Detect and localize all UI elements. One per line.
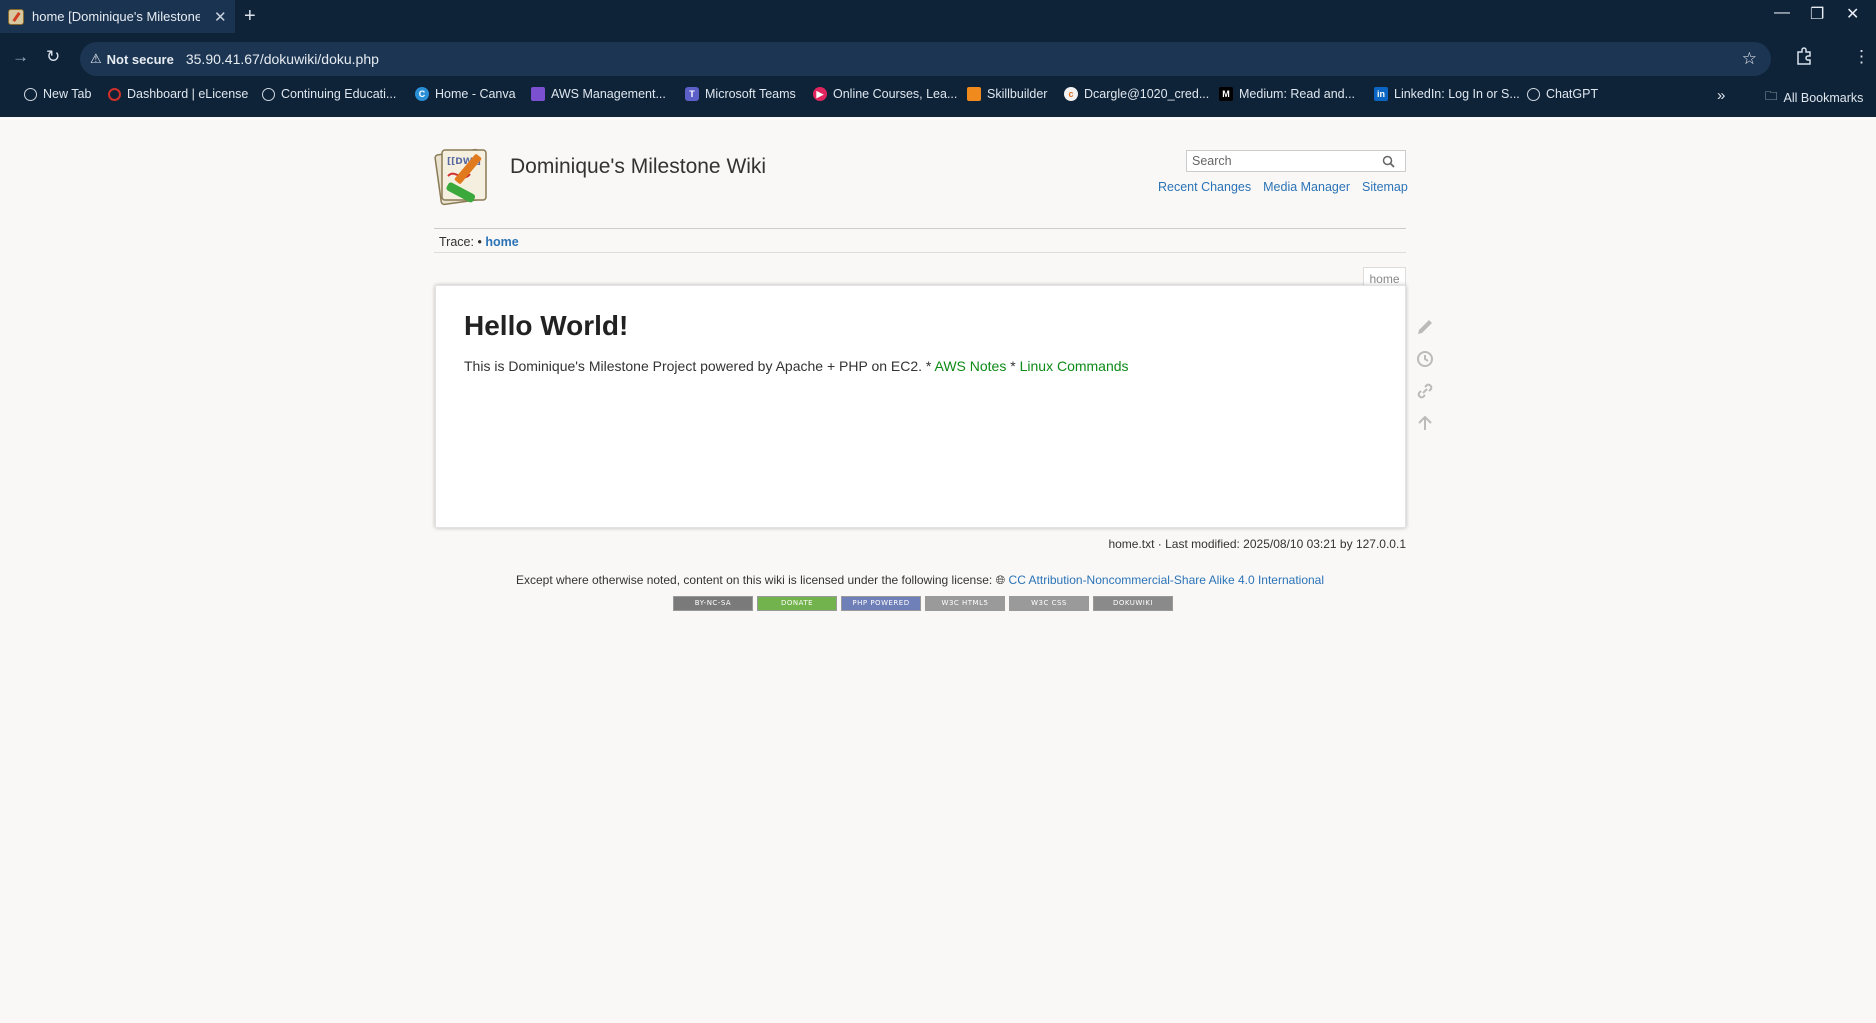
license-link[interactable]: CC Attribution-Noncommercial-Share Alike… — [1009, 573, 1324, 587]
teams-icon: T — [685, 87, 699, 101]
bookmark-item[interactable]: c Dcargle@1020_cred... — [1064, 87, 1209, 101]
browser-chrome: home [Dominique's Milestone Wiki] ✕ + — … — [0, 0, 1876, 117]
tab-strip: home [Dominique's Milestone Wiki] ✕ + — … — [0, 0, 1876, 33]
doc-info: home.txt · Last modified: 2025/08/10 03:… — [1108, 537, 1406, 551]
search-field[interactable] — [1186, 150, 1406, 172]
header-divider — [434, 228, 1406, 229]
globe-icon — [262, 87, 275, 101]
url-text[interactable]: 35.90.41.67/dokuwiki/doku.php — [186, 51, 379, 67]
dokuwiki-badge[interactable]: DOKUWIKI — [1093, 596, 1173, 611]
cc-globe-icon: 🌐︎ — [995, 573, 1006, 587]
footer-badges: BY-NC-SA DONATE PHP POWERED W3C HTML5 W3… — [673, 596, 1173, 611]
folder-icon: 🗀 — [1765, 89, 1778, 103]
bookmark-item[interactable]: ▶ Online Courses, Lea... — [813, 87, 957, 101]
cc-badge[interactable]: BY-NC-SA — [673, 596, 753, 611]
bookmark-item[interactable]: ChatGPT — [1527, 87, 1598, 101]
backlinks-icon[interactable] — [1414, 380, 1436, 402]
active-tab[interactable]: home [Dominique's Milestone Wiki] ✕ — [0, 0, 235, 33]
trace-label: Trace: — [439, 235, 474, 249]
forward-icon[interactable]: → — [12, 47, 29, 67]
separator: * — [922, 358, 935, 374]
new-tab-icon[interactable]: + — [244, 5, 256, 28]
site-tools: Recent Changes Media Manager Sitemap — [1158, 180, 1408, 194]
media-manager-link[interactable]: Media Manager — [1263, 180, 1350, 194]
canva-icon: C — [415, 87, 429, 101]
history-icon[interactable] — [1414, 348, 1436, 370]
address-bar[interactable]: ⚠ Not secure 35.90.41.67/dokuwiki/doku.p… — [80, 42, 1771, 76]
php-badge[interactable]: PHP POWERED — [841, 596, 921, 611]
donate-badge[interactable]: DONATE — [757, 596, 837, 611]
bookmark-item[interactable]: Continuing Educati... — [262, 87, 396, 101]
page-heading: Hello World! — [464, 310, 629, 341]
warning-icon[interactable]: ⚠ — [90, 51, 102, 67]
bookmarks-bar: New Tab Dashboard | eLicense Continuing … — [0, 84, 1876, 108]
license-notice: Except where otherwise noted, content on… — [0, 573, 1840, 588]
bookmark-star-icon[interactable]: ☆ — [1742, 49, 1757, 69]
minimize-icon[interactable]: — — [1774, 4, 1790, 22]
bookmark-item[interactable]: T Microsoft Teams — [685, 87, 796, 101]
cube-icon — [531, 87, 545, 101]
page-paragraph: This is Dominique's Milestone Project po… — [464, 358, 1129, 374]
separator: * — [1006, 358, 1020, 374]
bookmark-item[interactable]: New Tab — [24, 87, 91, 101]
paragraph-text: This is Dominique's Milestone Project po… — [464, 358, 923, 374]
search-icon[interactable] — [1377, 151, 1399, 171]
bookmark-item[interactable]: Dashboard | eLicense — [108, 87, 248, 101]
bookmark-item[interactable]: AWS Management... — [531, 87, 666, 101]
hexagon-icon — [967, 87, 981, 101]
breadcrumb: Trace: • home — [439, 235, 519, 249]
license-text: Except where otherwise noted, content on… — [515, 573, 993, 587]
credly-icon: c — [1064, 87, 1078, 101]
window-close-icon[interactable]: ✕ — [1846, 4, 1859, 24]
more-bookmarks-chevron-icon[interactable]: » — [1717, 87, 1725, 104]
breadcrumb-divider — [434, 252, 1406, 253]
reload-icon[interactable]: ↻ — [46, 47, 60, 67]
edit-pencil-icon[interactable] — [1414, 316, 1436, 338]
extensions-icon[interactable] — [1795, 47, 1813, 70]
wiki-page: [[DW]] Dominique's Milestone Wiki Recent… — [0, 117, 1876, 1023]
security-indicator[interactable]: Not secure — [107, 52, 174, 67]
html5-badge[interactable]: W3C HTML5 — [925, 596, 1005, 611]
circle-icon — [108, 87, 121, 101]
linux-commands-link[interactable]: Linux Commands — [1020, 358, 1129, 374]
tab-title: home [Dominique's Milestone Wiki] — [32, 9, 200, 24]
close-tab-icon[interactable]: ✕ — [214, 8, 227, 26]
recent-changes-link[interactable]: Recent Changes — [1158, 180, 1251, 194]
search-input[interactable] — [1187, 154, 1377, 168]
linkedin-icon: in — [1374, 87, 1388, 101]
globe-icon — [24, 87, 37, 101]
page-content: Hello World! This is Dominique's Milesto… — [435, 285, 1406, 528]
play-icon: ▶ — [813, 87, 827, 101]
css-badge[interactable]: W3C CSS — [1009, 596, 1089, 611]
back-to-top-icon[interactable] — [1414, 412, 1436, 434]
bookmark-item[interactable]: C Home - Canva — [415, 87, 516, 101]
breadcrumb-home-link[interactable]: home — [485, 235, 518, 249]
medium-icon: M — [1219, 87, 1233, 101]
bookmark-item[interactable]: Skillbuilder — [967, 87, 1047, 101]
browser-toolbar: → ↻ ⚠ Not secure 35.90.41.67/dokuwiki/do… — [0, 39, 1876, 79]
bookmark-item[interactable]: M Medium: Read and... — [1219, 87, 1355, 101]
restore-icon[interactable]: ❐ — [1810, 4, 1824, 24]
dokuwiki-favicon-icon — [8, 8, 24, 25]
trace-bullet: • — [477, 235, 482, 249]
site-title[interactable]: Dominique's Milestone Wiki — [510, 155, 766, 179]
dokuwiki-logo[interactable]: [[DW]] — [434, 144, 500, 210]
aws-notes-link[interactable]: AWS Notes — [935, 358, 1007, 374]
bookmark-item[interactable]: in LinkedIn: Log In or S... — [1374, 87, 1520, 101]
sitemap-link[interactable]: Sitemap — [1362, 180, 1408, 194]
menu-kebab-icon[interactable]: ⋮ — [1853, 47, 1870, 67]
all-bookmarks-button[interactable]: 🗀 All Bookmarks — [1765, 87, 1863, 108]
openai-icon — [1527, 87, 1540, 101]
